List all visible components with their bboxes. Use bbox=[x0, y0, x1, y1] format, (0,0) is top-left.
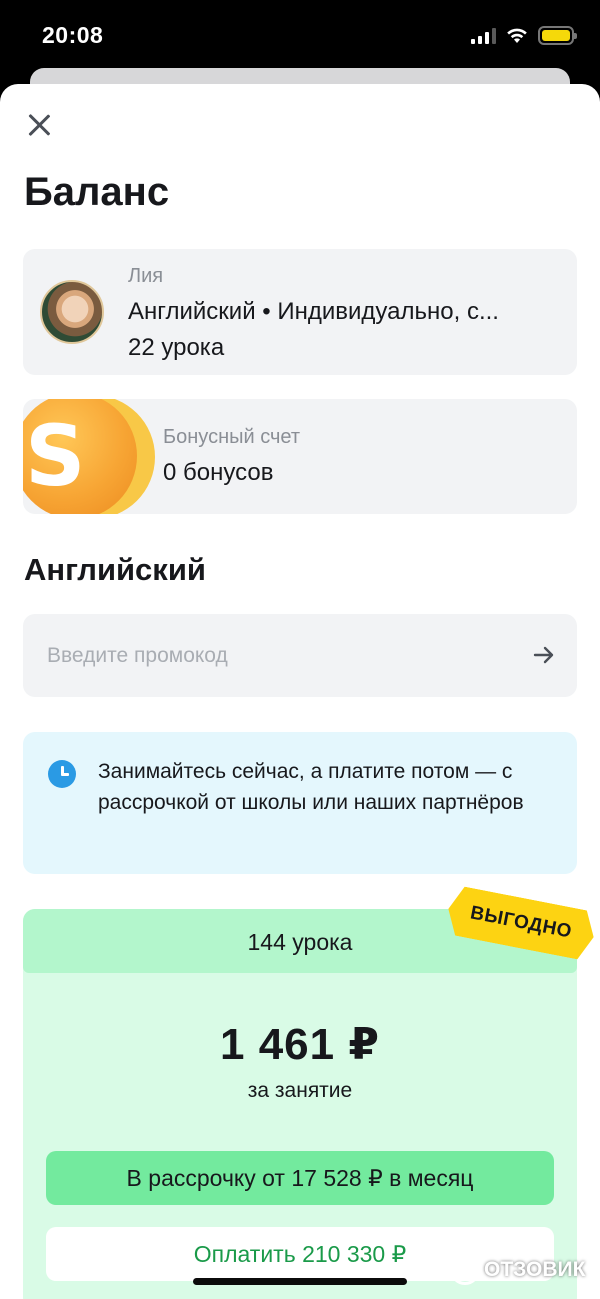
watermark-logo-icon bbox=[450, 1255, 480, 1285]
arrow-right-icon[interactable] bbox=[533, 644, 555, 666]
home-indicator bbox=[193, 1278, 407, 1285]
section-title: Английский bbox=[24, 552, 206, 587]
price-per-lesson: 1 461 ₽ bbox=[220, 1020, 380, 1069]
avatar bbox=[40, 280, 104, 344]
promo-input[interactable] bbox=[23, 614, 577, 697]
close-icon[interactable] bbox=[26, 112, 52, 138]
installment-info: Занимайтесь сейчас, а платите потом — с … bbox=[23, 732, 577, 874]
installment-button[interactable]: В рассрочку от 17 528 ₽ в месяц bbox=[46, 1151, 554, 1205]
student-name: Лия bbox=[128, 265, 164, 287]
bonus-coin-icon: S bbox=[23, 399, 137, 514]
wifi-icon bbox=[507, 28, 527, 43]
bonus-label: Бонусный счет bbox=[163, 426, 301, 448]
bonus-card[interactable]: S Бонусный счет 0 бонусов bbox=[23, 399, 577, 514]
status-bar: 20:08 bbox=[0, 0, 600, 72]
cellular-signal-icon bbox=[471, 27, 496, 44]
student-lessons-count: 22 урока bbox=[128, 334, 225, 361]
student-card[interactable]: Лия Английский • Индивидуально, с... 22 … bbox=[23, 249, 577, 375]
page-title: Баланс bbox=[24, 170, 170, 214]
watermark-text: ОТЗОВИК bbox=[484, 1258, 586, 1281]
bonus-value: 0 бонусов bbox=[163, 459, 274, 486]
watermark: ОТЗОВИК bbox=[450, 1255, 585, 1285]
price-unit: за занятие bbox=[247, 1079, 353, 1102]
promo-field[interactable] bbox=[23, 614, 577, 697]
battery-icon bbox=[538, 26, 577, 45]
student-course: Английский • Индивидуально, с... bbox=[128, 298, 499, 325]
clock-icon bbox=[48, 760, 76, 788]
installment-info-text: Занимайтесь сейчас, а платите потом — с … bbox=[98, 760, 524, 814]
coin-letter: S bbox=[25, 407, 86, 505]
status-time: 20:08 bbox=[42, 22, 104, 48]
tariff-card: 144 урока ВЫГОДНО 1 461 ₽ за занятие В р… bbox=[23, 909, 577, 1299]
balance-sheet: Баланс Лия Английский • Индивидуально, с… bbox=[0, 84, 600, 1299]
status-icons bbox=[471, 26, 577, 45]
